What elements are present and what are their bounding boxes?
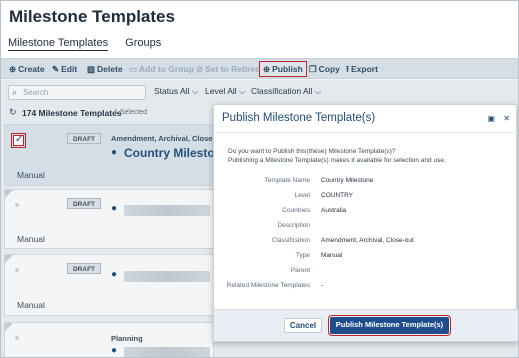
detail-value: Country Milestone [321, 177, 374, 184]
detail-row: Template Name Country Milestone [214, 177, 518, 188]
maximize-icon[interactable]: ▣ [488, 114, 496, 123]
detail-label: Level [294, 192, 310, 199]
detail-label: Description [277, 222, 310, 229]
detail-value: COUNTRY [321, 192, 354, 199]
detail-row: Countries Australia [214, 207, 518, 218]
detail-row: Type Manual [214, 252, 518, 263]
dialog-footer: Cancel Publish Milestone Template(s) [214, 309, 518, 341]
detail-value: - [321, 282, 324, 289]
detail-row: Level COUNTRY [214, 192, 518, 203]
tab-milestone-templates[interactable]: Milestone Templates [8, 37, 109, 51]
detail-label: Type [295, 252, 310, 259]
detail-label: Countries [282, 207, 310, 214]
tab-groups[interactable]: Groups [125, 37, 161, 49]
tab-bar: Milestone Templates Groups [8, 37, 175, 51]
page-title: Milestone Templates [9, 7, 175, 26]
detail-row: Classification Amendment, Archival, Close… [214, 237, 518, 248]
cancel-button[interactable]: Cancel [284, 318, 322, 333]
detail-value: Manual [321, 252, 343, 259]
close-icon[interactable]: ✕ [503, 114, 510, 123]
publish-dialog: Publish Milestone Template(s) ▣ ✕ Do you… [213, 104, 518, 342]
detail-value: Australia [321, 207, 347, 214]
detail-row: Description [214, 222, 518, 233]
detail-label: Related Milestone Templates [226, 282, 310, 289]
app-window: Milestone Templates Milestone Templates … [0, 0, 519, 358]
detail-label: Template Name [264, 177, 310, 184]
dialog-title: Publish Milestone Template(s) [222, 112, 376, 124]
dialog-controls: ▣ ✕ [482, 114, 511, 123]
divider [214, 132, 518, 133]
publish-confirm-button[interactable]: Publish Milestone Template(s) [328, 315, 451, 336]
detail-row: Related Milestone Templates - [214, 282, 518, 293]
detail-label: Classification [271, 237, 310, 244]
detail-row: Parent [214, 267, 518, 278]
detail-value: Amendment, Archival, Close-out [321, 237, 414, 244]
dialog-message: Do you want to Publish this(these) Miles… [228, 148, 446, 164]
detail-label: Parent [290, 267, 310, 274]
